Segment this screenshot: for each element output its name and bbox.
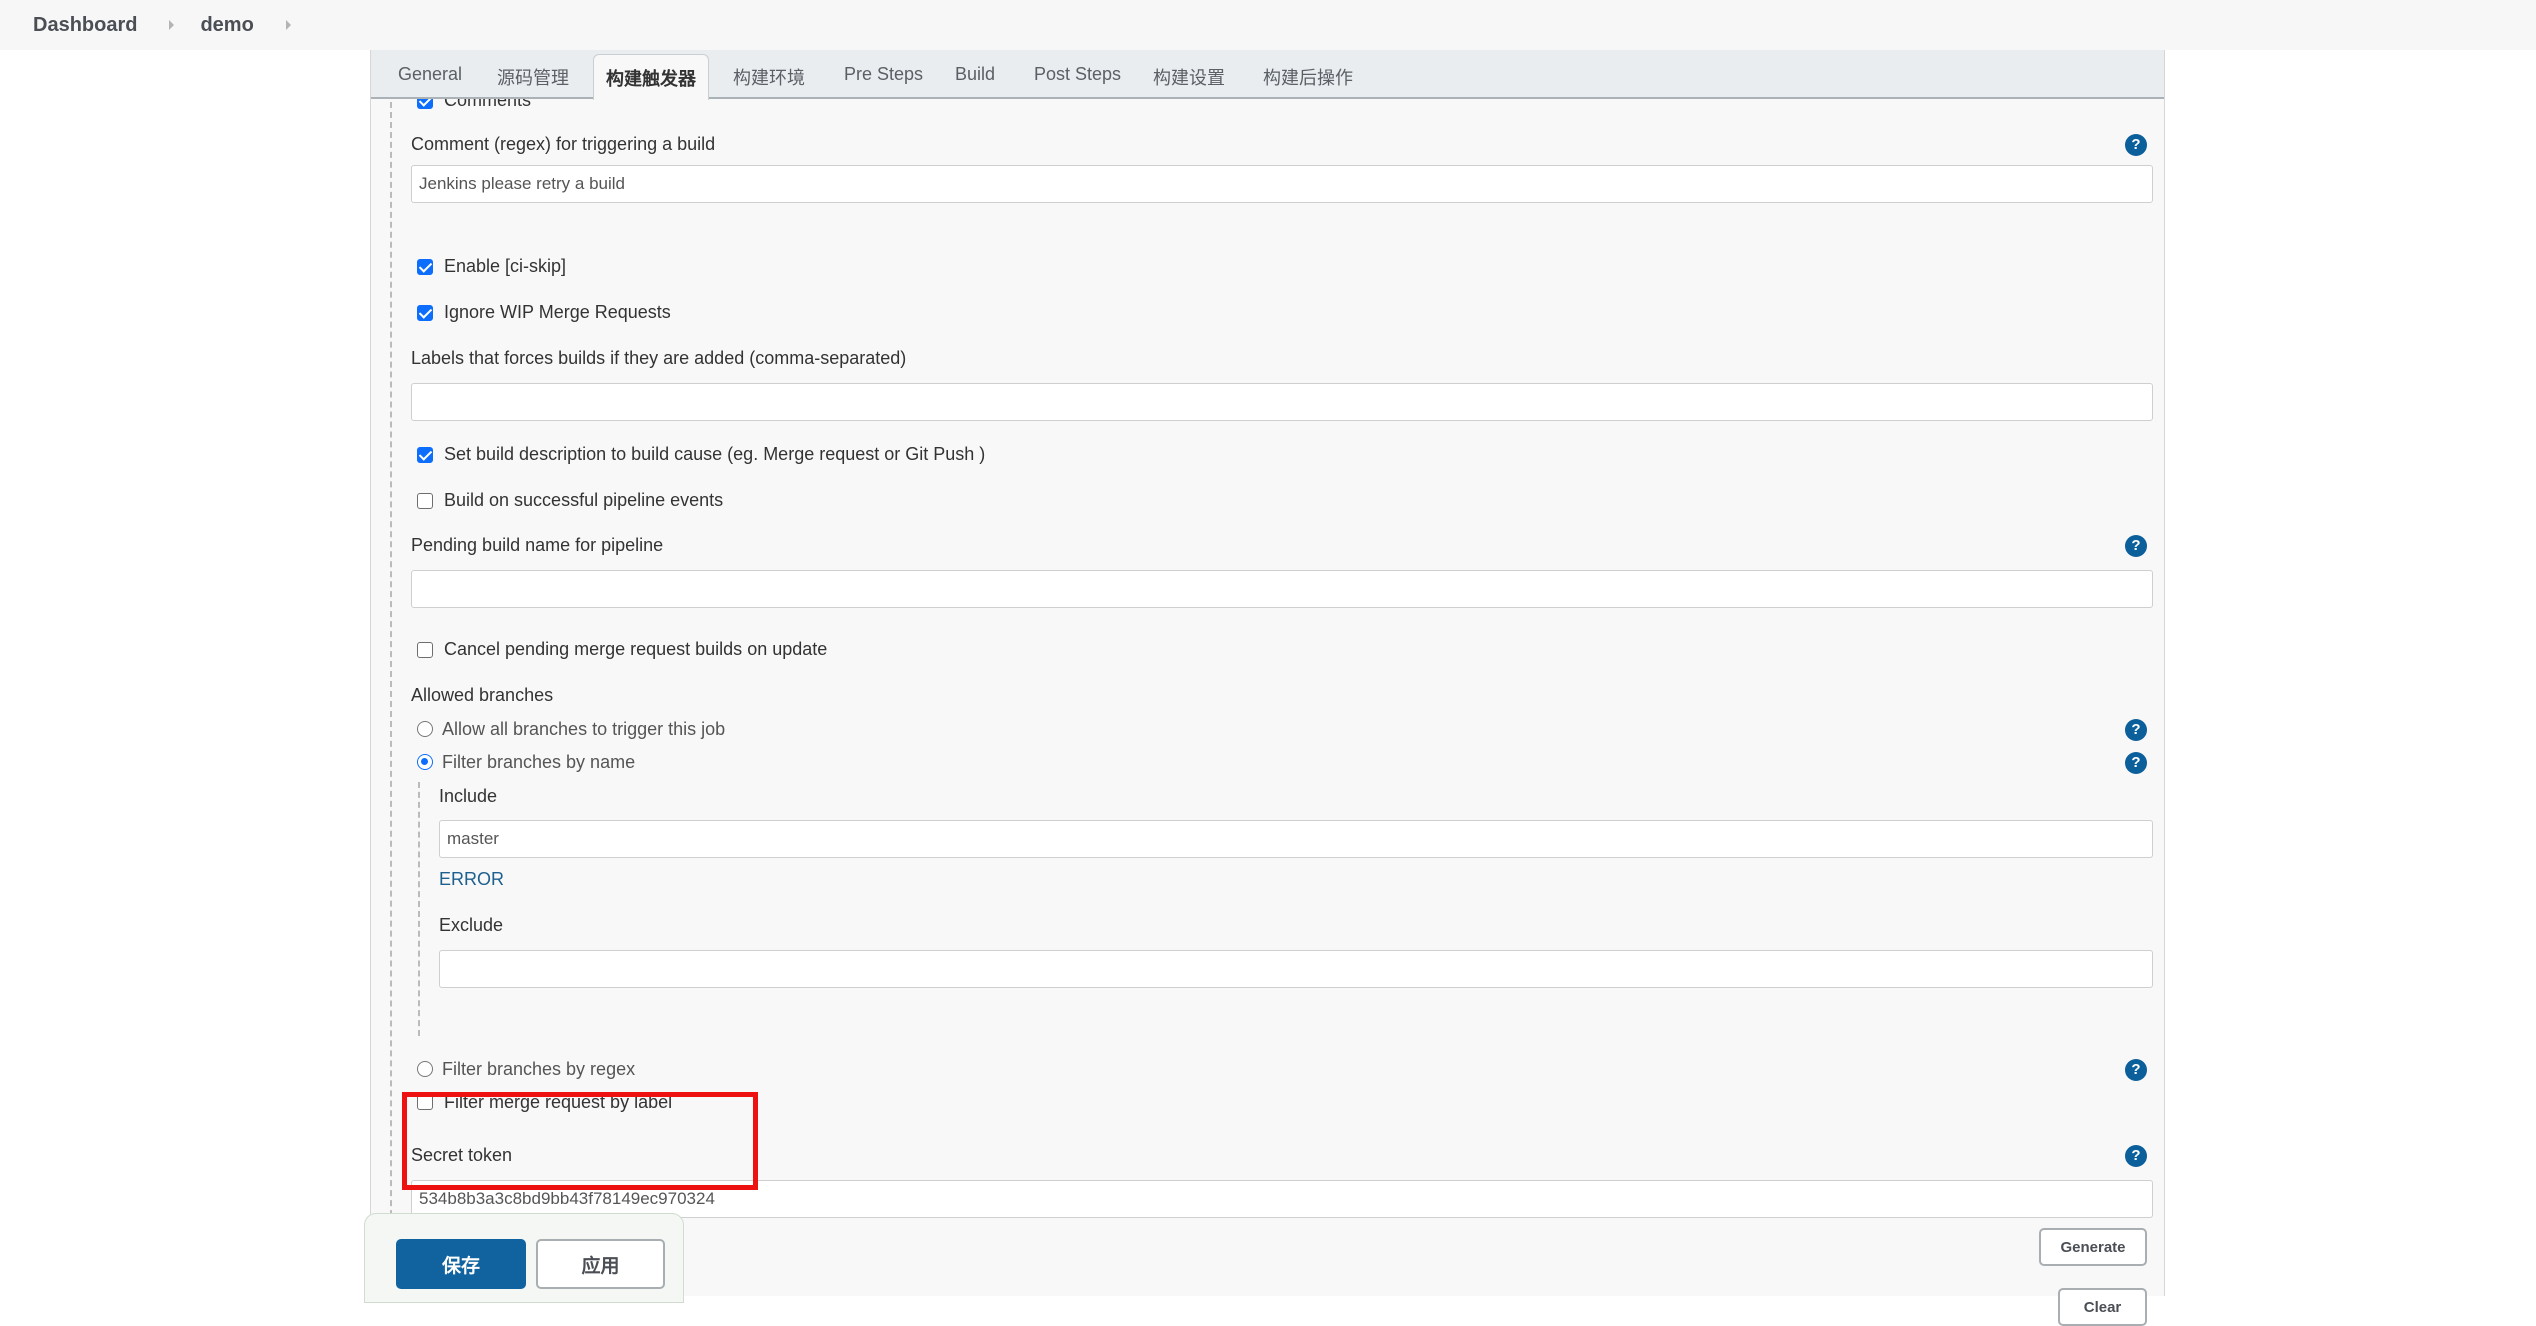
help-icon[interactable]: ?	[2125, 1145, 2147, 1167]
labels-force-input[interactable]	[411, 383, 2153, 421]
cancel-pending-label: Cancel pending merge request builds on u…	[444, 639, 828, 659]
include-label: Include	[439, 786, 498, 806]
tab-build-triggers[interactable]: 构建触发器	[593, 54, 709, 100]
labels-force-label: Labels that forces builds if they are ad…	[411, 348, 907, 368]
comments-checkbox[interactable]	[417, 99, 433, 109]
comments-label: Comments	[444, 99, 532, 110]
filter-by-name-label: Filter branches by name	[442, 752, 636, 772]
save-button[interactable]: 保存	[396, 1239, 526, 1289]
tab-bar: General 源码管理 构建触发器 构建环境 Pre Steps Build …	[371, 50, 2164, 100]
tab-general[interactable]: General	[398, 64, 462, 85]
secret-token-highlight	[402, 1092, 758, 1190]
tab-post-steps[interactable]: Post Steps	[1034, 64, 1121, 85]
ci-skip-label: Enable [ci-skip]	[444, 256, 567, 276]
allow-all-branches-radio[interactable]	[417, 721, 433, 737]
set-build-desc-label: Set build description to build cause (eg…	[444, 444, 986, 464]
help-icon[interactable]: ?	[2125, 1059, 2147, 1081]
set-build-desc-checkbox[interactable]	[417, 447, 433, 463]
ignore-wip-label: Ignore WIP Merge Requests	[444, 302, 671, 322]
help-icon[interactable]: ?	[2125, 535, 2147, 557]
tab-build-env[interactable]: 构建环境	[733, 64, 805, 90]
tab-pre-steps[interactable]: Pre Steps	[844, 64, 923, 85]
help-icon[interactable]: ?	[2125, 134, 2147, 156]
filter-by-name-radio[interactable]	[417, 754, 433, 770]
filter-by-regex-label: Filter branches by regex	[442, 1059, 636, 1079]
comments-row: Comments	[371, 99, 2164, 113]
breadcrumb-dashboard[interactable]: Dashboard	[33, 14, 137, 37]
breadcrumb-separator-icon[interactable]	[285, 20, 291, 30]
cancel-pending-checkbox[interactable]	[417, 642, 433, 658]
pending-build-name-label: Pending build name for pipeline	[411, 535, 664, 555]
comment-regex-input[interactable]: Jenkins please retry a build	[411, 165, 2153, 203]
allowed-branches-label: Allowed branches	[411, 685, 554, 705]
tab-build[interactable]: Build	[955, 64, 995, 85]
include-branches-input[interactable]: master	[439, 820, 2153, 858]
help-icon[interactable]: ?	[2125, 719, 2147, 741]
breadcrumb-separator-icon[interactable]	[169, 20, 175, 30]
exclude-branches-input[interactable]	[439, 950, 2153, 988]
pending-build-name-input[interactable]	[411, 570, 2153, 608]
include-error-text: ERROR	[439, 869, 505, 889]
section-indent-line	[390, 102, 392, 1296]
clear-token-button[interactable]: Clear	[2058, 1288, 2147, 1326]
nested-indent-line	[418, 782, 420, 1036]
build-on-pipeline-checkbox[interactable]	[417, 493, 433, 509]
tab-post-build[interactable]: 构建后操作	[1263, 64, 1353, 90]
tab-scm[interactable]: 源码管理	[497, 64, 569, 90]
comment-regex-label: Comment (regex) for triggering a build	[411, 134, 716, 154]
ignore-wip-checkbox[interactable]	[417, 305, 433, 321]
ci-skip-checkbox[interactable]	[417, 259, 433, 275]
breadcrumb: Dashboard demo	[0, 0, 2536, 50]
exclude-label: Exclude	[439, 915, 504, 935]
breadcrumb-demo[interactable]: demo	[200, 14, 253, 37]
apply-button[interactable]: 应用	[536, 1239, 665, 1289]
filter-by-regex-radio[interactable]	[417, 1061, 433, 1077]
generate-token-button[interactable]: Generate	[2039, 1228, 2147, 1266]
help-icon[interactable]: ?	[2125, 752, 2147, 774]
tab-build-settings[interactable]: 构建设置	[1153, 64, 1225, 90]
allow-all-branches-label: Allow all branches to trigger this job	[442, 719, 726, 739]
build-on-pipeline-label: Build on successful pipeline events	[444, 490, 724, 510]
